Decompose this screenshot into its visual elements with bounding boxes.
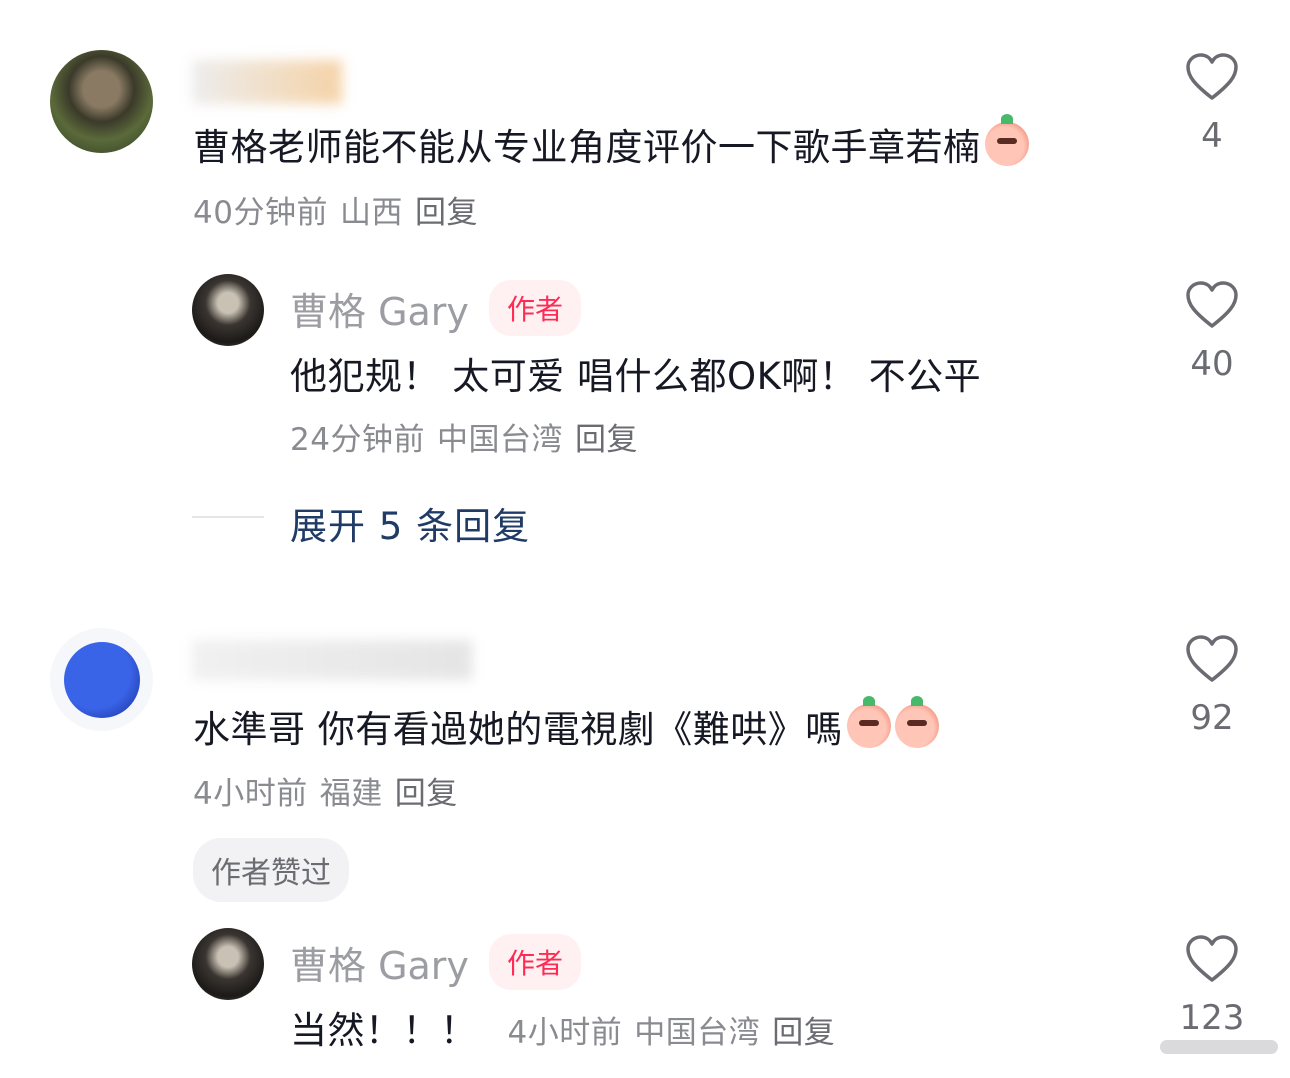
comment-location: 山西 (339, 195, 403, 231)
like-button[interactable]: 4 (1182, 52, 1242, 156)
comment-meta: 4小时前 中国台湾 回复 (508, 1007, 848, 1052)
like-button[interactable]: 123 (1180, 934, 1244, 1038)
comment-location: 中国台湾 (634, 1015, 761, 1051)
comment-location: 中国台湾 (436, 422, 563, 458)
author-badge: 作者 (488, 934, 581, 990)
comment-text: 当然！！！ (290, 1009, 478, 1052)
heart-icon[interactable] (1184, 934, 1240, 984)
comment-meta: 24分钟前 中国台湾 回复 (290, 414, 650, 459)
comment-time: 4小时前 (507, 1015, 623, 1051)
like-count: 92 (1190, 698, 1234, 738)
comment-row: 当然！！！ 4小时前 中国台湾 回复 (290, 1000, 847, 1054)
comment-text: 水準哥 你有看過她的電視劇《難哄》嗎 (193, 696, 939, 753)
reply-button[interactable]: 回复 (772, 1015, 835, 1051)
like-count: 40 (1190, 344, 1234, 384)
emoji-blush-icon (984, 114, 1029, 166)
comment-meta: 40分钟前 山西 回复 (193, 187, 490, 232)
emoji-laugh-icon (846, 696, 891, 748)
commenter-avatar[interactable] (50, 50, 153, 153)
heart-icon[interactable] (1184, 634, 1240, 684)
liked-by-author-badge: 作者赞过 (193, 838, 349, 902)
comment-time: 24分钟前 (290, 422, 425, 458)
like-button[interactable]: 92 (1182, 634, 1242, 738)
author-name[interactable]: 曹格 Gary (290, 935, 469, 990)
reply-button[interactable]: 回复 (575, 422, 638, 458)
author-header: 曹格 Gary 作者 (290, 934, 581, 990)
author-name[interactable]: 曹格 Gary (290, 281, 469, 336)
author-badge: 作者 (488, 280, 581, 336)
author-avatar[interactable] (192, 274, 264, 346)
username-redacted (192, 640, 472, 680)
reply-button[interactable]: 回复 (395, 776, 458, 812)
expand-divider (192, 516, 264, 518)
author-avatar[interactable] (192, 928, 264, 1000)
comment-text: 他犯规！ 太可爱 唱什么都OK啊！ 不公平 (290, 355, 982, 398)
home-indicator (1160, 1040, 1278, 1054)
expand-replies-button[interactable]: 展开 5 条回复 (290, 496, 530, 550)
emoji-blush-icon (894, 696, 939, 748)
comment-time: 4小时前 (193, 776, 308, 812)
comment-meta: 4小时前 福建 回复 (193, 768, 470, 813)
commenter-avatar[interactable] (50, 628, 153, 731)
like-count: 4 (1201, 116, 1223, 156)
comment-time: 40分钟前 (193, 195, 328, 231)
heart-icon[interactable] (1184, 52, 1240, 102)
author-header: 曹格 Gary 作者 (290, 280, 581, 336)
comment-text: 曹格老师能不能从专业角度评价一下歌手章若楠 (193, 114, 1029, 171)
like-count: 123 (1179, 998, 1245, 1038)
heart-icon[interactable] (1184, 280, 1240, 330)
reply-button[interactable]: 回复 (415, 195, 478, 231)
comment-location: 福建 (319, 776, 383, 812)
username-redacted (192, 60, 342, 104)
like-button[interactable]: 40 (1182, 280, 1242, 384)
